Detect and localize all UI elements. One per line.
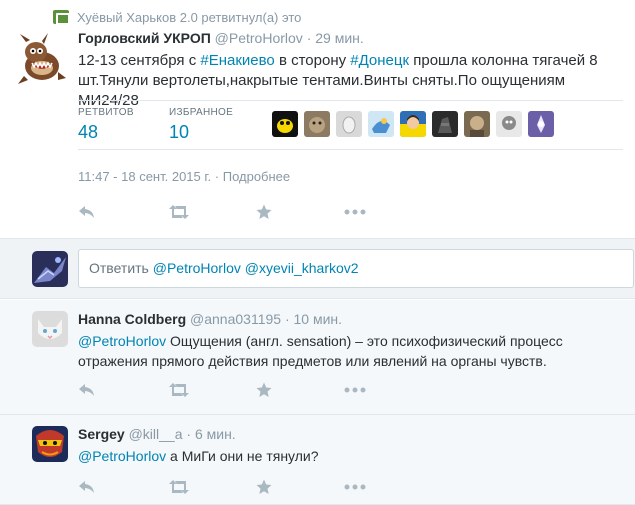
taz-avatar-image	[14, 32, 68, 86]
timestamp-separator: ·	[214, 169, 223, 184]
reply-button[interactable]	[78, 380, 96, 400]
tweet-stats: РЕТВИТОВ 48 ИЗБРАННОЕ 10	[78, 100, 623, 150]
more-button[interactable]	[344, 380, 366, 400]
tweet-timestamp: 11:47 - 18 сент. 2015 г. · Подробнее	[78, 169, 290, 184]
retweet-icon	[53, 10, 70, 25]
favorites-label: ИЗБРАННОЕ	[169, 107, 234, 118]
favoriter-avatar[interactable]	[496, 111, 522, 137]
more-button[interactable]	[344, 202, 366, 222]
author-username[interactable]: @anna031195	[190, 311, 281, 327]
favorite-button[interactable]	[256, 202, 272, 222]
reply-icon	[79, 384, 94, 396]
reply-button[interactable]	[78, 202, 96, 222]
reply-input[interactable]: Ответить @PetroHorlov @xyevii_kharkov2	[78, 249, 634, 288]
star-icon	[256, 479, 272, 494]
reply-header: Sergey @kill__a · 6 мин.	[78, 426, 236, 442]
reply-icon	[79, 481, 94, 493]
reply-icon	[79, 206, 94, 218]
author-fullname[interactable]: Hanna Coldberg	[78, 311, 186, 327]
favoriter-avatars	[272, 111, 554, 137]
avatar[interactable]	[32, 426, 68, 462]
favoriter-avatar[interactable]	[464, 111, 490, 137]
star-icon	[256, 382, 272, 397]
mention-link[interactable]: @PetroHorlov	[78, 333, 166, 349]
reply-mention: @xyevii_kharkov2	[244, 260, 359, 276]
reply-tweet[interactable]: Sergey @kill__a · 6 мин. @PetroHorlov а …	[0, 415, 635, 505]
tweet-time-ago[interactable]: 10 мин.	[294, 311, 343, 327]
current-user-avatar-image	[32, 251, 68, 287]
reply-box: Ответить @PetroHorlov @xyevii_kharkov2	[0, 238, 635, 299]
avatar[interactable]	[32, 311, 68, 347]
reply-tweet[interactable]: Hanna Coldberg @anna031195 · 10 мин. @Pe…	[0, 300, 635, 415]
more-icon	[344, 209, 366, 215]
reply-text-body: а МиГи они не тянули?	[166, 448, 319, 464]
favoriter-avatar[interactable]	[304, 111, 330, 137]
header-separator: ·	[186, 426, 192, 442]
tweet-text-part: в сторону	[274, 52, 351, 69]
more-button[interactable]	[344, 477, 366, 497]
favoriter-avatar[interactable]	[272, 111, 298, 137]
reply-placeholder-prefix: Ответить	[89, 260, 153, 276]
tweet-time-ago[interactable]: 6 мин.	[195, 426, 236, 442]
star-icon	[256, 204, 272, 219]
hashtag-link[interactable]: #Донецк	[350, 52, 409, 69]
retweet-button[interactable]	[168, 380, 190, 400]
avatar-image	[32, 311, 68, 347]
favoriter-avatar[interactable]	[432, 111, 458, 137]
hashtag-link[interactable]: #Енакиево	[200, 52, 274, 69]
favoriter-avatar[interactable]	[368, 111, 394, 137]
main-tweet: Хуёвый Харьков 2.0 ретвитнул(а) это Горл…	[0, 0, 635, 238]
author-username[interactable]: @PetroHorlov	[215, 30, 303, 46]
favoriter-avatar[interactable]	[336, 111, 362, 137]
more-icon	[344, 387, 366, 393]
favorite-button[interactable]	[256, 477, 272, 497]
avatar[interactable]	[14, 32, 68, 86]
retweets-count: 48	[78, 122, 99, 142]
reply-header: Hanna Coldberg @anna031195 · 10 мин.	[78, 311, 342, 327]
header-separator: ·	[306, 30, 312, 46]
retweet-button[interactable]	[168, 202, 190, 222]
reply-mention: @PetroHorlov	[152, 260, 241, 276]
retweet-context[interactable]: Хуёвый Харьков 2.0 ретвитнул(а) это	[53, 8, 301, 26]
author-username[interactable]: @kill__a	[129, 426, 183, 442]
avatar-image	[32, 426, 68, 462]
retweet-context-text: Хуёвый Харьков 2.0 ретвитнул(а) это	[77, 9, 302, 25]
retweets-label: РЕТВИТОВ	[78, 107, 134, 118]
favorite-button[interactable]	[256, 380, 272, 400]
retweet-icon	[169, 205, 189, 219]
author-fullname[interactable]: Горловский УКРОП	[78, 30, 211, 46]
retweet-icon	[169, 480, 189, 494]
favoriter-avatar[interactable]	[528, 111, 554, 137]
favorites-stat[interactable]: ИЗБРАННОЕ 10	[169, 107, 233, 143]
reply-button[interactable]	[78, 477, 96, 497]
header-separator: ·	[284, 311, 290, 327]
favorites-count: 10	[169, 122, 190, 142]
timestamp-text: 11:47 - 18 сент. 2015 г.	[78, 169, 212, 184]
retweet-icon	[169, 383, 189, 397]
tweet-text-part: 12-13 сентября с	[78, 52, 201, 69]
mention-link[interactable]: @PetroHorlov	[78, 448, 166, 464]
reply-text: @PetroHorlov а МиГи они не тянули?	[78, 446, 623, 466]
favoriter-avatar[interactable]	[400, 111, 426, 137]
author-fullname[interactable]: Sergey	[78, 426, 125, 442]
retweets-stat[interactable]: РЕТВИТОВ 48	[78, 107, 134, 143]
tweet-header: Горловский УКРОП @PetroHorlov · 29 мин.	[78, 30, 364, 46]
details-link[interactable]: Подробнее	[223, 169, 290, 184]
current-user-avatar[interactable]	[32, 251, 68, 287]
more-icon	[344, 484, 366, 490]
tweet-time-ago[interactable]: 29 мин.	[315, 30, 364, 46]
retweet-button[interactable]	[168, 477, 190, 497]
reply-text: @PetroHorlov Ощущения (англ. sensation) …	[78, 331, 623, 371]
